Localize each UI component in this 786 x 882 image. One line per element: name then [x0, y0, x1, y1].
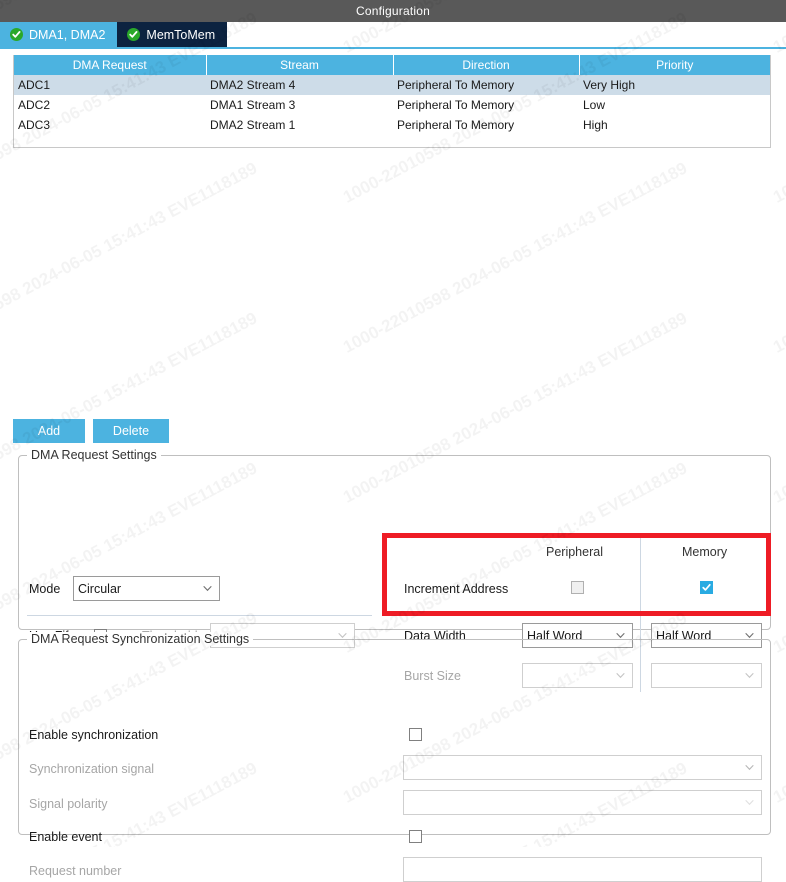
chevron-down-icon — [745, 763, 754, 772]
enable-event-label: Enable event — [29, 830, 102, 844]
configuration-window: Configuration DMA1, DMA2 MemToMem DMA Re… — [0, 0, 786, 882]
window-titlebar: Configuration — [0, 0, 786, 22]
cell-stream: DMA2 Stream 4 — [206, 75, 393, 95]
tab-bar: DMA1, DMA2 MemToMem — [0, 22, 786, 49]
dma-request-table: DMA Request Stream Direction Priority AD… — [13, 55, 771, 148]
group-legend: DMA Request Settings — [27, 448, 161, 462]
request-number-label: Request number — [29, 864, 122, 878]
cell-stream: DMA2 Stream 1 — [206, 115, 393, 135]
tab-label: DMA1, DMA2 — [29, 27, 106, 42]
tab-dma1-dma2[interactable]: DMA1, DMA2 — [0, 22, 118, 47]
column-header-priority[interactable]: Priority — [579, 55, 770, 75]
cell-direction: Peripheral To Memory — [393, 115, 579, 135]
cell-dma-request: ADC2 — [14, 95, 206, 115]
synchronization-signal-select[interactable] — [403, 755, 762, 780]
mode-select-value: Circular — [78, 581, 122, 596]
cell-direction: Peripheral To Memory — [393, 75, 579, 95]
synchronization-signal-label: Synchronization signal — [29, 762, 155, 776]
tab-label: MemToMem — [146, 27, 216, 42]
tab-memtomem[interactable]: MemToMem — [117, 22, 228, 47]
column-label-peripheral: Peripheral — [546, 545, 603, 559]
cell-priority: Very High — [579, 75, 770, 95]
column-header-dma-request[interactable]: DMA Request — [14, 55, 207, 75]
check-circle-icon — [10, 28, 23, 41]
chevron-down-icon — [203, 584, 212, 593]
table-header-row: DMA Request Stream Direction Priority — [14, 55, 770, 75]
chevron-down-icon — [745, 798, 754, 807]
cell-dma-request: ADC3 — [14, 115, 206, 135]
cell-direction: Peripheral To Memory — [393, 95, 579, 115]
signal-polarity-label: Signal polarity — [29, 797, 108, 811]
column-label-memory: Memory — [682, 545, 728, 559]
cell-priority: Low — [579, 95, 770, 115]
configuration-body: DMA Request Stream Direction Priority AD… — [0, 49, 786, 882]
increment-address-memory-checkbox[interactable] — [700, 581, 713, 594]
cell-priority: High — [579, 115, 770, 135]
signal-polarity-select[interactable] — [403, 790, 762, 815]
enable-synchronization-label: Enable synchronization — [29, 728, 159, 742]
delete-button[interactable]: Delete — [93, 419, 169, 443]
mode-label: Mode — [29, 582, 61, 596]
increment-address-peripheral-checkbox[interactable] — [571, 581, 584, 594]
window-title: Configuration — [356, 4, 430, 18]
enable-synchronization-checkbox[interactable] — [409, 728, 422, 741]
cell-stream: DMA1 Stream 3 — [206, 95, 393, 115]
request-number-field[interactable] — [403, 857, 762, 882]
settings-divider — [27, 615, 372, 616]
table-row[interactable]: ADC2 DMA1 Stream 3 Peripheral To Memory … — [14, 95, 770, 115]
dma-request-settings-group: DMA Request Settings — [18, 448, 771, 630]
table-row[interactable]: ADC3 DMA2 Stream 1 Peripheral To Memory … — [14, 115, 770, 135]
enable-event-checkbox[interactable] — [409, 830, 422, 843]
column-header-stream[interactable]: Stream — [206, 55, 394, 75]
mode-select[interactable]: Circular — [73, 576, 220, 601]
column-header-direction[interactable]: Direction — [393, 55, 580, 75]
table-row[interactable]: ADC1 DMA2 Stream 4 Peripheral To Memory … — [14, 75, 770, 95]
group-legend: DMA Request Synchronization Settings — [27, 632, 254, 646]
increment-address-label: Increment Address — [404, 582, 509, 596]
cell-dma-request: ADC1 — [14, 75, 206, 95]
add-button[interactable]: Add — [13, 419, 85, 443]
check-circle-icon — [127, 28, 141, 41]
